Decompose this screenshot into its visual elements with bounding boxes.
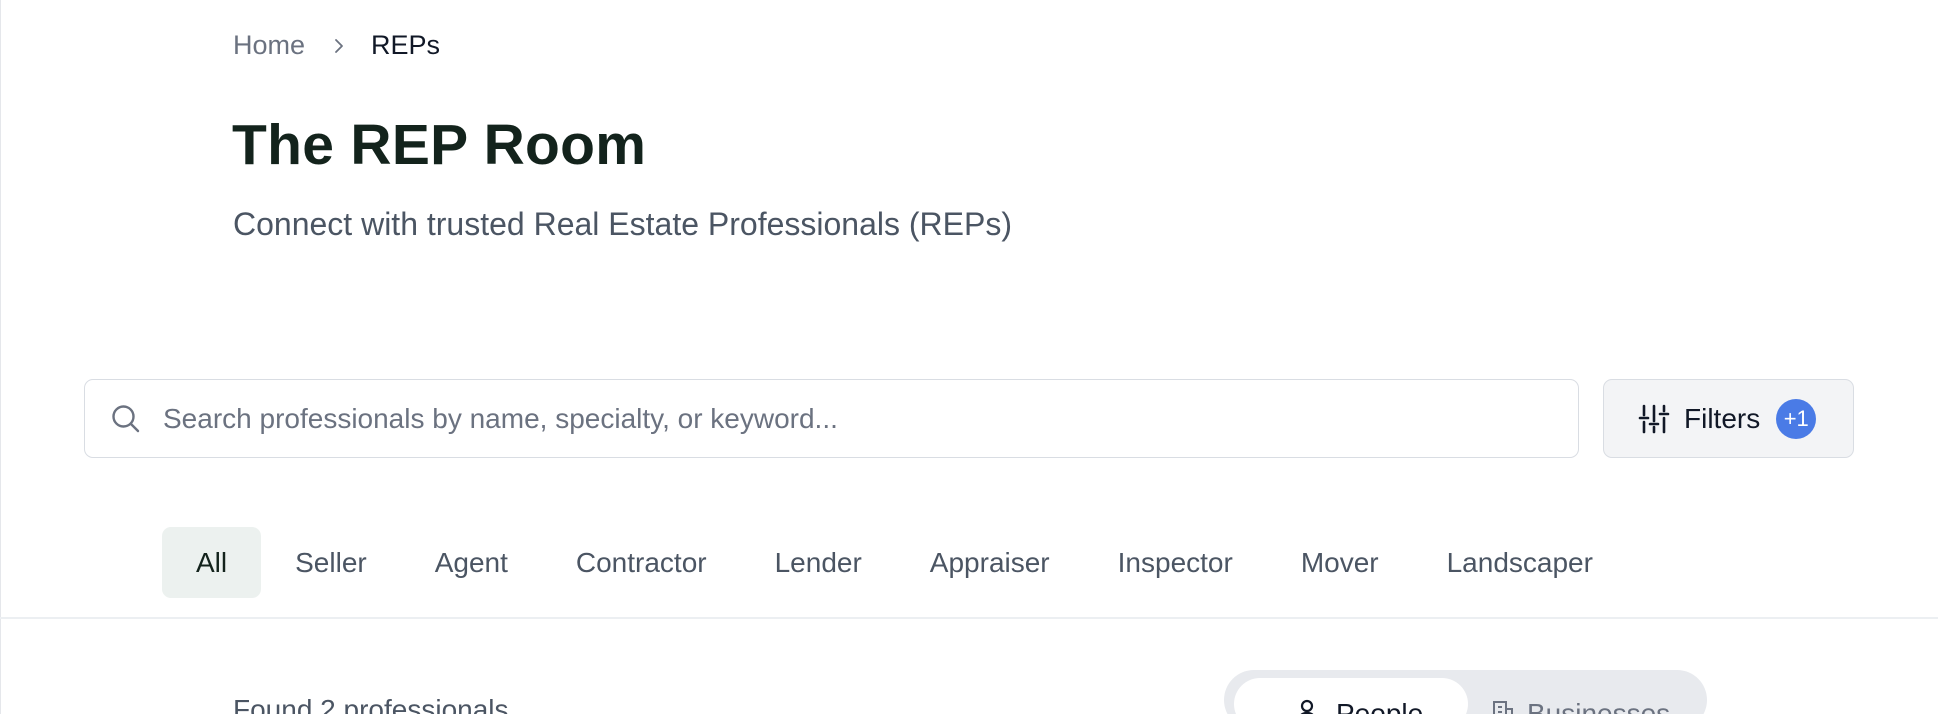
tab-lender[interactable]: Lender <box>741 527 896 598</box>
toggle-businesses-button[interactable]: Businesses <box>1489 678 1670 714</box>
sliders-icon <box>1638 404 1670 433</box>
tab-appraiser[interactable]: Appraiser <box>896 527 1084 598</box>
tab-all[interactable]: All <box>162 527 262 598</box>
toggle-businesses-label: Businesses <box>1527 698 1671 714</box>
search-icon <box>112 404 140 432</box>
tab-mover[interactable]: Mover <box>1267 527 1413 598</box>
tab-inspector[interactable]: Inspector <box>1084 527 1267 598</box>
tab-agent[interactable]: Agent <box>401 527 542 598</box>
toggle-people-label: People <box>1336 698 1424 714</box>
tab-contractor[interactable]: Contractor <box>542 527 741 598</box>
tab-landscaper[interactable]: Landscaper <box>1413 527 1627 598</box>
filters-label: Filters <box>1684 402 1761 434</box>
breadcrumb-current: REPs <box>371 30 441 60</box>
breadcrumb-home-link[interactable]: Home <box>233 30 305 61</box>
category-tabs: All Seller Agent Contractor Lender Appra… <box>162 527 1627 598</box>
building-icon <box>1493 701 1513 714</box>
search-input[interactable] <box>163 402 1543 435</box>
user-icon <box>1300 699 1314 714</box>
page-left-border <box>0 0 1 714</box>
filters-count-badge: +1 <box>1776 398 1817 439</box>
tab-seller[interactable]: Seller <box>261 527 401 598</box>
filters-button[interactable]: Filters +1 <box>1603 379 1854 458</box>
view-toggle: People Businesses <box>1224 670 1707 714</box>
results-count: Found 2 professionals <box>233 694 509 714</box>
page-subtitle: Connect with trusted Real Estate Profess… <box>233 206 1012 242</box>
toggle-people-button[interactable]: People <box>1234 678 1468 714</box>
section-divider <box>0 617 1938 619</box>
page-title: The REP Room <box>232 113 647 177</box>
search-box[interactable] <box>84 379 1579 458</box>
chevron-right-icon <box>335 38 343 53</box>
breadcrumb: Home REPs <box>233 30 440 61</box>
